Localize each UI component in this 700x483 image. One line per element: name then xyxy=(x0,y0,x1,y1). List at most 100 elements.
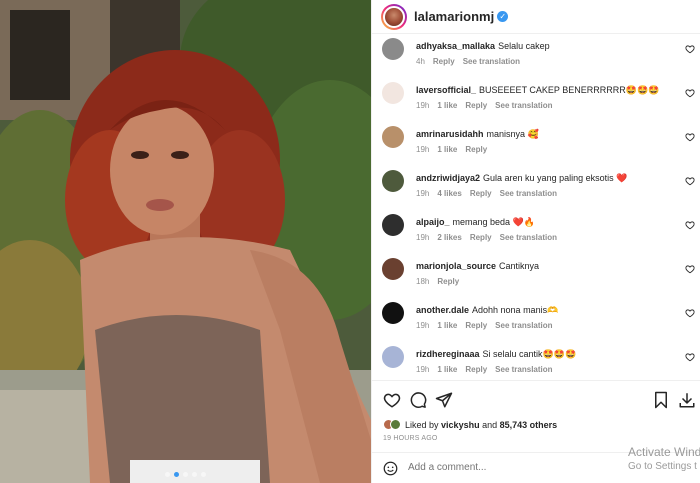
likes-others[interactable]: 85,743 others xyxy=(500,420,558,430)
comment-text-line: amrinarusidahh manisnya 🥰 xyxy=(416,129,539,140)
comment-username[interactable]: rizdhereginaaa xyxy=(416,349,480,359)
likes-user[interactable]: vickyshu xyxy=(441,420,480,430)
comment-time: 19h xyxy=(416,233,430,242)
comment-icon[interactable] xyxy=(409,391,427,409)
comment-time: 4h xyxy=(416,57,425,66)
comment-like-heart-icon[interactable] xyxy=(685,132,695,142)
comment-meta: 18h Reply xyxy=(416,277,467,286)
comment-like-heart-icon[interactable] xyxy=(685,264,695,274)
comment-body: Si selalu cantik🤩🤩🤩 xyxy=(482,349,577,359)
comment-translate-button[interactable]: See translation xyxy=(500,233,557,242)
author-avatar[interactable] xyxy=(381,3,407,30)
bookmark-icon[interactable] xyxy=(652,391,670,409)
comment-like-heart-icon[interactable] xyxy=(685,220,695,230)
heart-icon[interactable] xyxy=(383,391,401,409)
comment-like-count[interactable]: 1 like xyxy=(437,145,457,154)
comment-body: Adohh nona manis🫶 xyxy=(472,305,559,315)
comment-row: marionjola_source Cantiknya 18h Reply xyxy=(372,257,700,301)
comment-username[interactable]: andzriwidjaya2 xyxy=(416,173,480,183)
carousel-dot[interactable] xyxy=(201,472,206,477)
likes-conjunction: and xyxy=(482,419,498,430)
comment-text-line: andzriwidjaya2 Gula aren ku yang paling e… xyxy=(416,173,627,184)
comment-like-count[interactable]: 1 like xyxy=(437,321,457,330)
comment-text-line: rizdhereginaaa Si selalu cantik🤩🤩🤩 xyxy=(416,349,576,360)
comment-translate-button[interactable]: See translation xyxy=(495,365,552,374)
comment-like-count[interactable]: 1 like xyxy=(437,101,457,110)
comment-time: 19h xyxy=(416,101,430,110)
carousel-indicator xyxy=(0,472,371,477)
likes-prefix: Liked by xyxy=(405,419,439,430)
comment-avatar[interactable] xyxy=(382,82,404,104)
comment-avatar[interactable] xyxy=(382,302,404,324)
comment-reply-button[interactable]: Reply xyxy=(465,321,487,330)
comment-avatar[interactable] xyxy=(382,170,404,192)
comment-username[interactable]: adhyaksa_mallaka xyxy=(416,41,495,51)
comment-avatar[interactable] xyxy=(382,214,404,236)
post-header: lalamarionmj ✓ xyxy=(372,0,700,34)
comment-meta: 19h 1 like Reply xyxy=(416,145,495,154)
comment-avatar[interactable] xyxy=(382,38,404,60)
comment-row: another.dale Adohh nona manis🫶 19h 1 like Re… xyxy=(372,301,700,345)
post-side-panel: lalamarionmj ✓ adhyaksa_mallaka Selalu ca… xyxy=(371,0,700,483)
comment-username[interactable]: another.dale xyxy=(416,305,469,315)
comment-translate-button[interactable]: See translation xyxy=(495,101,552,110)
comment-like-heart-icon[interactable] xyxy=(685,176,695,186)
post-timestamp[interactable]: 19 HOURS AGO xyxy=(383,435,438,442)
comment-translate-button[interactable]: See translation xyxy=(463,57,520,66)
comment-time: 19h xyxy=(416,321,430,330)
comment-like-count[interactable]: 2 likes xyxy=(437,233,461,242)
comment-translate-button[interactable]: See translation xyxy=(500,189,557,198)
comment-like-heart-icon[interactable] xyxy=(685,352,695,362)
comment-row: alpaijo_ memang beda ❤️🔥 19h 2 likes Reply Se… xyxy=(372,213,700,257)
comment-like-count[interactable]: 4 likes xyxy=(437,189,461,198)
smile-icon[interactable] xyxy=(383,461,398,476)
author-username[interactable]: lalamarionmj xyxy=(414,9,494,24)
comment-time: 19h xyxy=(416,145,430,154)
likes-summary: Liked by vickyshu and 85,743 others xyxy=(383,419,557,430)
comment-reply-button[interactable]: Reply xyxy=(437,277,459,286)
comment-reply-button[interactable]: Reply xyxy=(433,57,455,66)
comment-avatar[interactable] xyxy=(382,346,404,368)
comment-reply-button[interactable]: Reply xyxy=(470,233,492,242)
comment-reply-button[interactable]: Reply xyxy=(470,189,492,198)
comment-reply-button[interactable]: Reply xyxy=(465,365,487,374)
watermark-line-1: Activate Wind xyxy=(628,445,700,459)
comment-like-heart-icon[interactable] xyxy=(685,308,695,318)
comment-like-heart-icon[interactable] xyxy=(685,88,695,98)
comment-meta: 19h 2 likes Reply See translation xyxy=(416,233,565,242)
comment-body: BUSEEEET CAKEP BENERRRRRR🤩🤩🤩 xyxy=(479,85,660,95)
liker-avatar xyxy=(390,419,401,430)
comment-like-heart-icon[interactable] xyxy=(685,44,695,54)
carousel-dot-active[interactable] xyxy=(174,472,179,477)
comment-avatar[interactable] xyxy=(382,126,404,148)
carousel-dot[interactable] xyxy=(192,472,197,477)
comment-text-line: adhyaksa_mallaka Selalu cakep xyxy=(416,41,550,51)
comment-body: Gula aren ku yang paling eksotis ❤️ xyxy=(483,173,628,183)
carousel-dot[interactable] xyxy=(165,472,170,477)
carousel-dot[interactable] xyxy=(183,472,188,477)
comment-reply-button[interactable]: Reply xyxy=(465,101,487,110)
comment-meta: 19h 1 like Reply See translation xyxy=(416,321,561,330)
download-icon[interactable] xyxy=(678,391,696,409)
comment-list[interactable]: adhyaksa_mallaka Selalu cakep 4h Reply See t… xyxy=(372,34,700,380)
verified-badge-icon: ✓ xyxy=(497,11,509,22)
comment-body: manisnya 🥰 xyxy=(486,129,539,139)
comment-body: Selalu cakep xyxy=(498,41,550,51)
comment-username[interactable]: alpaijo_ xyxy=(416,217,450,227)
comment-username[interactable]: laversofficial_ xyxy=(416,85,476,95)
comment-translate-button[interactable]: See translation xyxy=(495,321,552,330)
comment-time: 19h xyxy=(416,189,430,198)
comment-row: laversofficial_ BUSEEEET CAKEP BENERRRRRR… xyxy=(372,81,700,125)
send-icon[interactable] xyxy=(435,391,453,409)
windows-activation-watermark: Activate Wind Go to Settings t xyxy=(628,445,700,472)
comment-avatar[interactable] xyxy=(382,258,404,280)
comment-text-line: alpaijo_ memang beda ❤️🔥 xyxy=(416,217,535,228)
post-photo[interactable] xyxy=(0,0,371,483)
comment-like-count[interactable]: 1 like xyxy=(437,365,457,374)
comment-body: Cantiknya xyxy=(499,261,540,271)
comment-username[interactable]: marionjola_source xyxy=(416,261,496,271)
comment-reply-button[interactable]: Reply xyxy=(465,145,487,154)
comment-row: amrinarusidahh manisnya 🥰 19h 1 like Reply xyxy=(372,125,700,169)
comment-username[interactable]: amrinarusidahh xyxy=(416,129,484,139)
add-comment-input[interactable] xyxy=(408,462,618,473)
